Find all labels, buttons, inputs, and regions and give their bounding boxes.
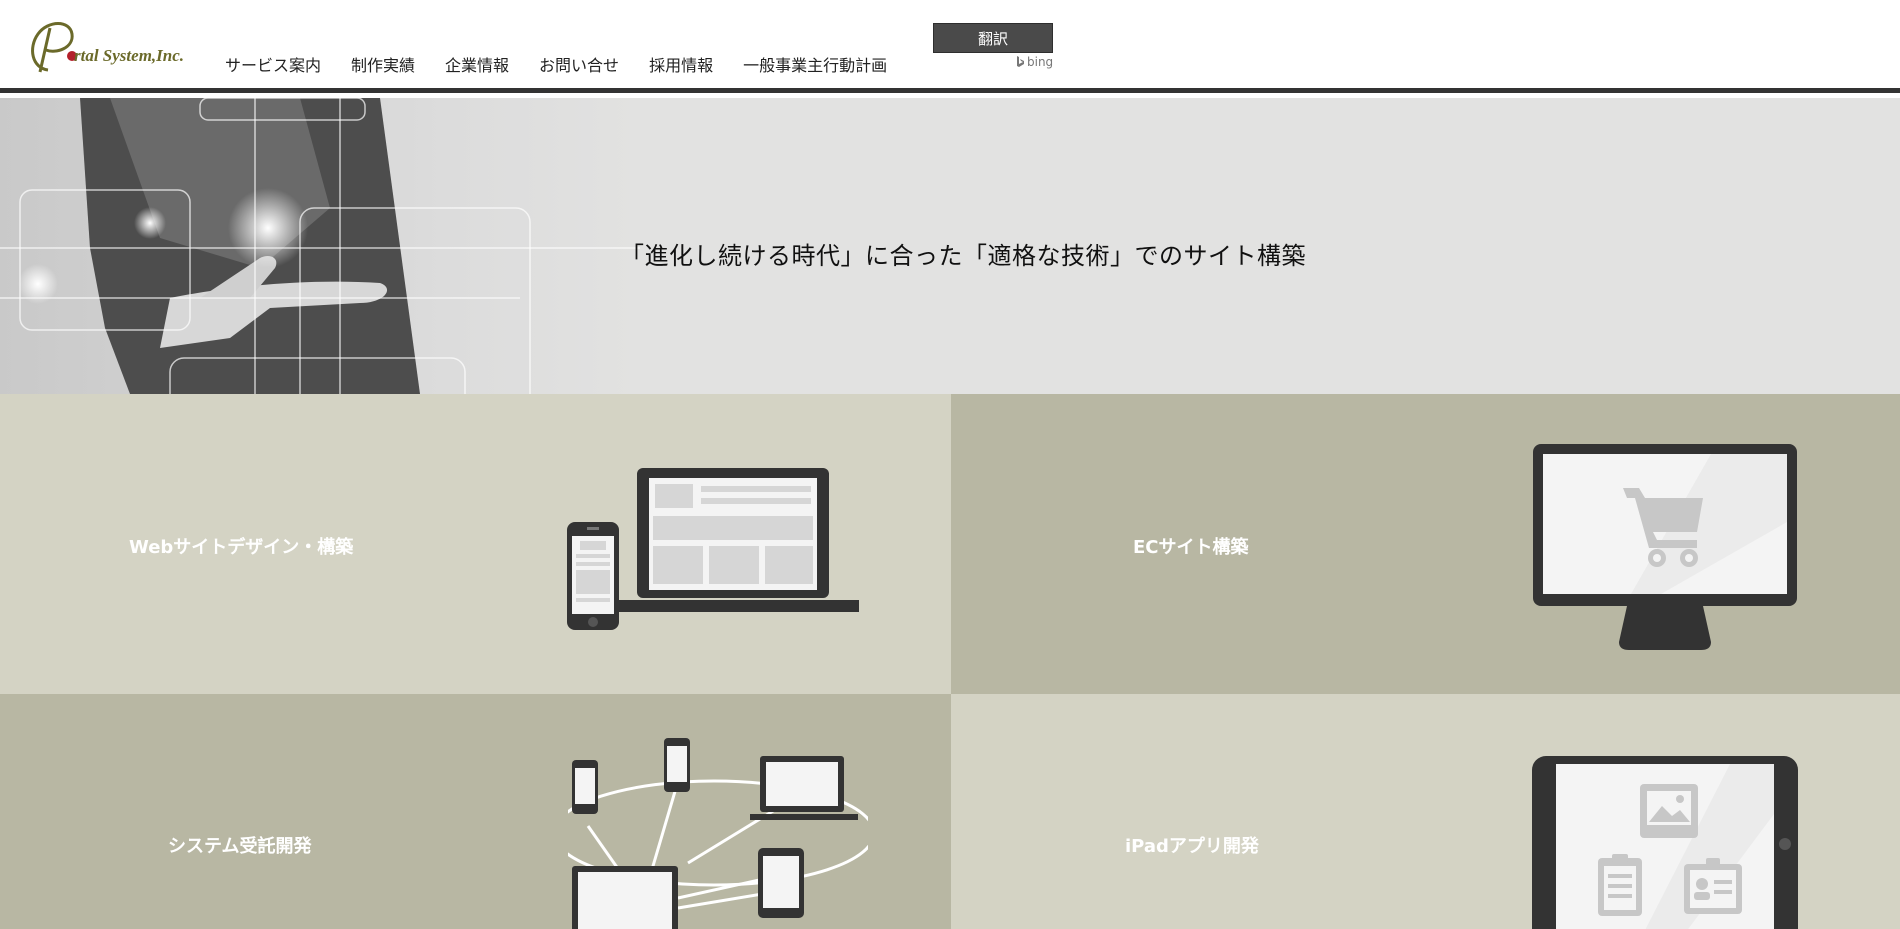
main-nav: サービス案内 制作実績 企業情報 お問い合せ 採用情報 一般事業主行動計画 [210,52,902,76]
device-network-icon [568,738,868,929]
bing-label: bing [1027,55,1054,69]
service-tile-ec[interactable]: ECサイト構築 [951,394,1900,694]
bing-icon [1017,56,1024,67]
nav-item-services[interactable]: サービス案内 [210,52,336,76]
nav-item-works[interactable]: 制作実績 [336,52,430,76]
hero-tagline: 「進化し続ける時代」に合った「適格な技術」でのサイト構築 [620,242,1306,270]
monitor-cart-icon [1533,444,1797,650]
tablet-app-icon [1532,756,1798,929]
service-tile-system[interactable]: システム受託開発 [0,694,951,929]
nav-item-action-plan[interactable]: 一般事業主行動計画 [728,52,902,76]
bing-attribution: bing [1016,55,1053,69]
tile-label-ec: ECサイト構築 [1133,537,1249,558]
nav-item-contact[interactable]: お問い合せ [524,52,634,76]
service-tile-ipad[interactable]: iPadアプリ開発 [951,694,1900,929]
nav-item-company[interactable]: 企業情報 [430,52,524,76]
businessman-touch-image [0,98,640,394]
company-logo[interactable]: rtal System,Inc. [28,18,198,74]
logo-text: rtal System,Inc. [74,46,185,65]
nav-item-recruit[interactable]: 採用情報 [634,52,728,76]
responsive-devices-icon [567,468,859,630]
tile-label-system: システム受託開発 [168,836,312,857]
translate-button[interactable]: 翻訳 [933,23,1053,53]
tile-label-ipad: iPadアプリ開発 [1125,836,1259,857]
site-header: rtal System,Inc. サービス案内 制作実績 企業情報 お問い合せ … [0,0,1900,93]
tile-label-web: Webサイトデザイン・構築 [129,537,354,558]
service-tile-web[interactable]: Webサイトデザイン・構築 [0,394,951,694]
hero-banner: 「進化し続ける時代」に合った「適格な技術」でのサイト構築 [0,98,1900,394]
